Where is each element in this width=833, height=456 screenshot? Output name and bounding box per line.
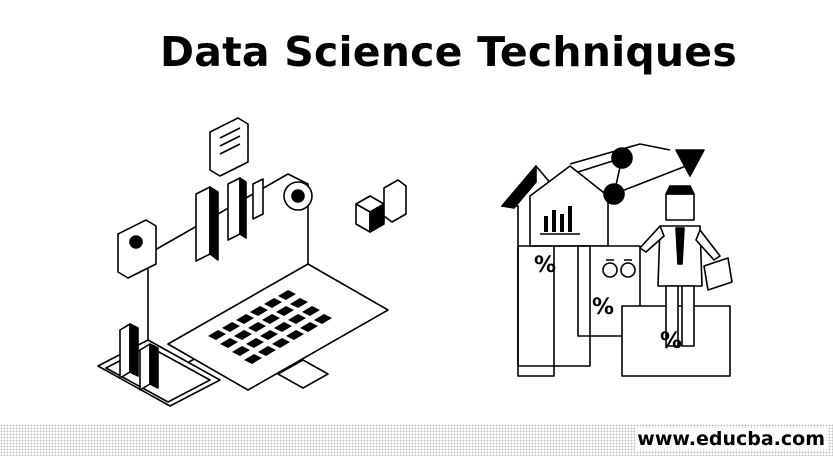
document-card-icon <box>209 117 249 177</box>
screen-bar-icon <box>195 186 211 262</box>
percent-glyph-3: % <box>660 329 682 354</box>
page-title: Data Science Techniques <box>160 28 737 76</box>
triangle-icon <box>675 149 705 177</box>
percent-glyph-2: % <box>592 295 614 320</box>
laptop-analytics-illustration <box>97 117 407 407</box>
tablet-bar-chart <box>119 323 131 379</box>
business-analytics-illustration: % % % <box>501 143 733 377</box>
small-document-icon <box>703 257 733 291</box>
footer-website-url[interactable]: www.educba.com <box>635 428 827 450</box>
percent-glyph-1: % <box>534 253 556 278</box>
